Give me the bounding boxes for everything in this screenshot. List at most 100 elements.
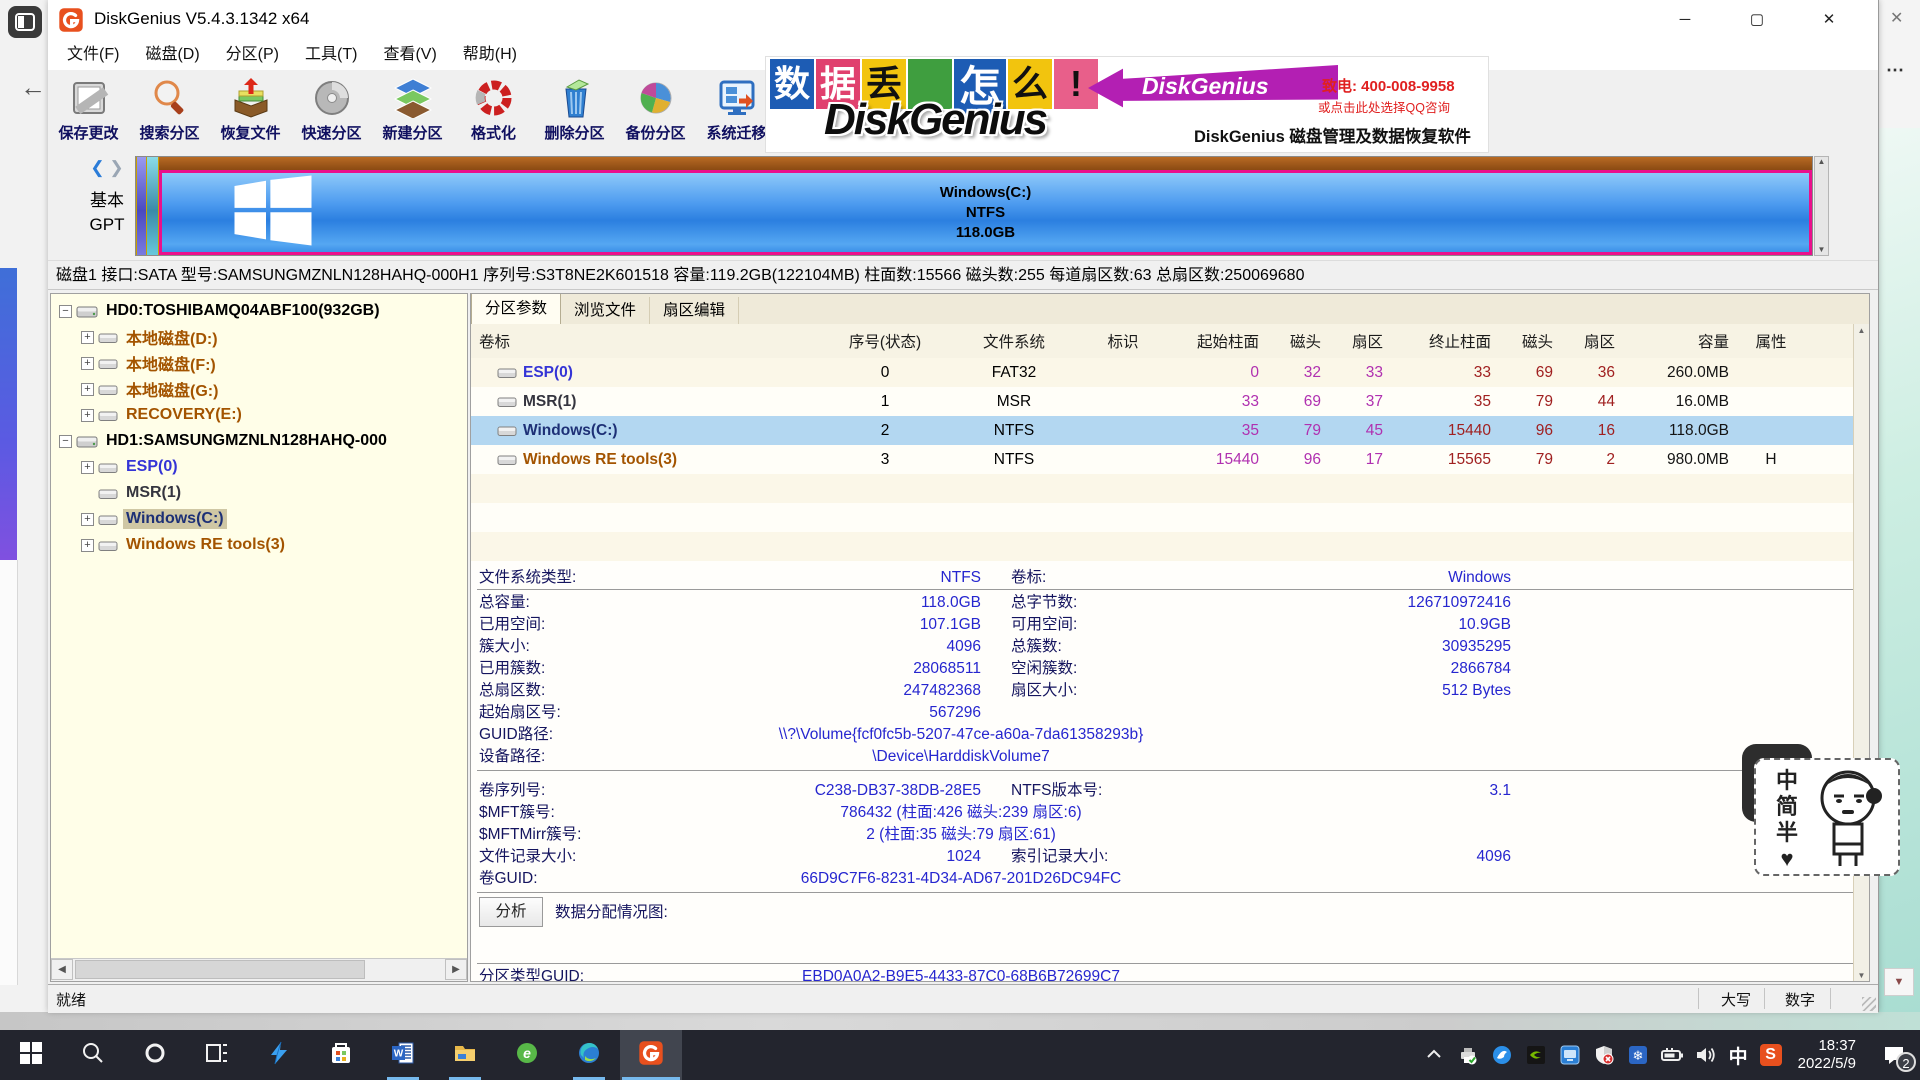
partition-segment-esp[interactable]: [136, 157, 147, 255]
tree-item-windows-c-[interactable]: +Windows(C:): [51, 506, 467, 532]
tray-snowflake-icon[interactable]: ❄: [1625, 1030, 1651, 1080]
table-row-windows-c-[interactable]: Windows(C:)2NTFS357945154409616118.0GB: [471, 416, 1869, 445]
column-header-4[interactable]: 起始柱面: [1167, 330, 1273, 352]
toolbar-button-search[interactable]: 搜索分区: [129, 70, 210, 152]
column-header-6[interactable]: 扇区: [1331, 330, 1395, 352]
column-header-8[interactable]: 磁头: [1505, 330, 1563, 352]
scrollbar-thumb[interactable]: [75, 960, 365, 979]
column-header-2[interactable]: 文件系统: [949, 330, 1079, 352]
taskbar-clock[interactable]: 18:37 2022/5/9: [1798, 1037, 1856, 1073]
menu-item-2[interactable]: 磁盘(D): [132, 41, 212, 69]
column-header-11[interactable]: 属性: [1739, 330, 1803, 352]
menu-item-4[interactable]: 工具(T): [292, 41, 370, 69]
partition-segment-windows-c[interactable]: Windows(C:) NTFS 118.0GB: [159, 170, 1812, 255]
detail-vertical-scrollbar[interactable]: ▲▼: [1853, 324, 1869, 982]
tray-intel-icon[interactable]: [1557, 1030, 1583, 1080]
collapse-icon[interactable]: −: [59, 305, 72, 318]
prev-disk-icon[interactable]: ❮: [90, 158, 104, 177]
tab-分区参数[interactable]: 分区参数: [471, 293, 561, 324]
tray-battery-icon[interactable]: [1659, 1030, 1685, 1080]
browser-more-icon[interactable]: ⋯: [1886, 60, 1905, 81]
background-scroll-down-icon[interactable]: ▼: [1884, 968, 1914, 996]
tab-浏览文件[interactable]: 浏览文件: [561, 297, 650, 324]
column-header-0[interactable]: 卷标: [471, 330, 821, 352]
taskbar-word-button[interactable]: W: [372, 1030, 434, 1080]
toolbar-button-format[interactable]: 格式化: [453, 70, 534, 152]
resize-grip[interactable]: [1862, 997, 1876, 1011]
tray-bird-icon[interactable]: [1489, 1030, 1515, 1080]
tree-item--g-[interactable]: +本地磁盘(G:): [51, 376, 467, 402]
scroll-left-icon[interactable]: ◀: [51, 959, 73, 980]
tree-item--f-[interactable]: +本地磁盘(F:): [51, 350, 467, 376]
taskbar-cortana-button[interactable]: [124, 1030, 186, 1080]
minimize-button[interactable]: ─: [1656, 0, 1714, 40]
menu-item-6[interactable]: 帮助(H): [450, 41, 530, 69]
action-center-button[interactable]: 2: [1868, 1030, 1920, 1080]
toolbar-button-delete-partition[interactable]: 删除分区: [534, 70, 615, 152]
expand-icon[interactable]: +: [81, 461, 94, 474]
toolbar-button-label: 格式化: [468, 121, 519, 144]
column-header-5[interactable]: 磁头: [1273, 330, 1331, 352]
column-header-3[interactable]: 标识: [1079, 330, 1167, 352]
tray-speaker-icon[interactable]: [1693, 1030, 1719, 1080]
tree-item-hd0-toshibamq04abf100-932gb-[interactable]: −HD0:TOSHIBAMQ04ABF100(932GB): [51, 298, 467, 324]
tree-item-windows-re-tools-3-[interactable]: +Windows RE tools(3): [51, 532, 467, 558]
next-disk-icon[interactable]: ❯: [109, 158, 123, 177]
expand-icon[interactable]: +: [81, 357, 94, 370]
partition-segment-msr[interactable]: [147, 157, 159, 255]
taskbar-store-button[interactable]: [310, 1030, 372, 1080]
expand-icon[interactable]: +: [81, 513, 94, 526]
expand-icon[interactable]: +: [81, 383, 94, 396]
toolbar-button-recover-files[interactable]: 恢复文件: [210, 70, 291, 152]
taskbar-edge-button[interactable]: [558, 1030, 620, 1080]
analyze-button[interactable]: 分析: [479, 897, 543, 927]
toolbar-button-new-partition[interactable]: 新建分区: [372, 70, 453, 152]
tree-item-hd1-samsungmznln128hahq-000[interactable]: −HD1:SAMSUNGMZNLN128HAHQ-000: [51, 428, 467, 454]
collapse-icon[interactable]: −: [59, 435, 72, 448]
taskbar-start-button[interactable]: [0, 1030, 62, 1080]
taskbar-diskgenius-button[interactable]: [620, 1030, 682, 1080]
table-row-msr-1-[interactable]: MSR(1)1MSR33693735794416.0MB: [471, 387, 1869, 416]
expand-icon[interactable]: +: [81, 409, 94, 422]
menu-item-5[interactable]: 查看(V): [370, 41, 449, 69]
column-header-9[interactable]: 扇区: [1563, 330, 1627, 352]
maximize-button[interactable]: ▢: [1728, 0, 1786, 40]
tab-扇区编辑[interactable]: 扇区编辑: [650, 297, 739, 324]
sogou-input-icon[interactable]: S: [1760, 1044, 1782, 1066]
taskbar-task-view-button[interactable]: [186, 1030, 248, 1080]
column-header-1[interactable]: 序号(状态): [821, 330, 949, 352]
column-header-10[interactable]: 容量: [1627, 330, 1739, 352]
desktop: ← ✕ ⋯ ▼ DiskGenius V5.4.3.1342 x64 ─ ▢ ✕…: [0, 0, 1920, 1080]
scroll-right-icon[interactable]: ▶: [445, 959, 467, 980]
ad-banner[interactable]: 数据丢怎么! DiskGenius DiskGenius 致电: 400-008…: [765, 56, 1489, 153]
tree-item-recovery-e-[interactable]: +RECOVERY(E:): [51, 402, 467, 428]
tray-chevron-up-icon[interactable]: [1421, 1030, 1447, 1080]
tree-item-esp-0-[interactable]: +ESP(0): [51, 454, 467, 480]
tray-printer-icon[interactable]: [1455, 1030, 1481, 1080]
tray-defender-icon[interactable]: [1591, 1030, 1617, 1080]
menu-item-1[interactable]: 文件(F): [54, 41, 132, 69]
disk-graphic-scrollbar[interactable]: ▲▼: [1814, 156, 1829, 256]
toolbar-button-quick-partition[interactable]: 快速分区: [291, 70, 372, 152]
taskbar-thunder-button[interactable]: [248, 1030, 310, 1080]
taskbar-search-button[interactable]: [62, 1030, 124, 1080]
tree-horizontal-scrollbar[interactable]: ◀ ▶: [51, 958, 467, 981]
banner-qq-link[interactable]: 或点击此处选择QQ咨询: [1318, 97, 1450, 116]
table-row-esp-0-[interactable]: ESP(0)0FAT3203233336936260.0MB: [471, 358, 1869, 387]
expand-icon[interactable]: +: [81, 539, 94, 552]
taskbar-explorer-button[interactable]: [434, 1030, 496, 1080]
ime-language-indicator[interactable]: 中: [1729, 1042, 1748, 1069]
column-header-7[interactable]: 终止柱面: [1395, 330, 1505, 352]
expand-icon[interactable]: +: [81, 331, 94, 344]
tree-item--d-[interactable]: +本地磁盘(D:): [51, 324, 467, 350]
table-row-windows-re-tools-3-[interactable]: Windows RE tools(3)3NTFS1544096171556579…: [471, 445, 1869, 474]
browser-back-icon[interactable]: ←: [20, 72, 46, 103]
toolbar-button-save[interactable]: 保存更改: [48, 70, 129, 152]
close-button[interactable]: ✕: [1800, 0, 1858, 40]
ime-sticker-popup[interactable]: 中简半♥: [1754, 758, 1900, 876]
menu-item-3[interactable]: 分区(P): [213, 41, 292, 69]
taskbar-ie-button[interactable]: e: [496, 1030, 558, 1080]
tree-item-msr-1-[interactable]: MSR(1): [51, 480, 467, 506]
toolbar-button-backup-partition[interactable]: 备份分区: [615, 70, 696, 152]
tray-nvidia-icon[interactable]: [1523, 1030, 1549, 1080]
